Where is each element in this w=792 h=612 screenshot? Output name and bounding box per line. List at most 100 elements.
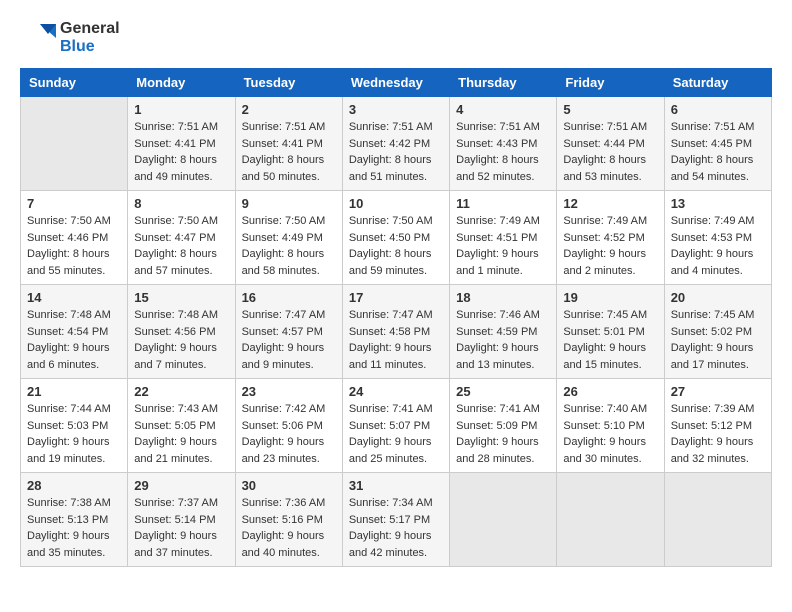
- calendar-day-cell: 13Sunrise: 7:49 AMSunset: 4:53 PMDayligh…: [664, 191, 771, 285]
- sunrise-text: Sunrise: 7:45 AM: [563, 309, 647, 321]
- sunset-text: Sunset: 4:54 PM: [27, 326, 108, 338]
- daylight-text: Daylight: 9 hours and 37 minutes.: [134, 530, 217, 559]
- day-number: 20: [671, 290, 765, 305]
- daylight-text: Daylight: 9 hours and 32 minutes.: [671, 436, 754, 465]
- daylight-text: Daylight: 9 hours and 17 minutes.: [671, 342, 754, 371]
- logo-bird-icon: [20, 20, 56, 56]
- sunset-text: Sunset: 5:09 PM: [456, 420, 537, 432]
- day-info: Sunrise: 7:48 AMSunset: 4:56 PMDaylight:…: [134, 307, 228, 373]
- sunset-text: Sunset: 4:43 PM: [456, 138, 537, 150]
- sunset-text: Sunset: 5:03 PM: [27, 420, 108, 432]
- calendar-day-cell: 1Sunrise: 7:51 AMSunset: 4:41 PMDaylight…: [128, 97, 235, 191]
- calendar-day-cell: 15 Sunrise: 7:48 AMSunset: 4:56 PMDayligh…: [128, 285, 235, 379]
- daylight-text: Daylight: 9 hours and 4 minutes.: [671, 248, 754, 277]
- day-info: Sunrise: 7:50 AMSunset: 4:47 PMDaylight:…: [134, 213, 228, 279]
- daylight-text: Daylight: 9 hours and 9 minutes.: [242, 342, 325, 371]
- daylight-text: Daylight: 8 hours and 59 minutes.: [349, 248, 432, 277]
- day-info: Sunrise: 7:51 AM Sunset: 4:43 PM Daylight:…: [456, 119, 550, 185]
- calendar-day-cell: 20Sunrise: 7:45 AMSunset: 5:02 PMDayligh…: [664, 285, 771, 379]
- calendar-day-cell: 8Sunrise: 7:50 AMSunset: 4:47 PMDaylight…: [128, 191, 235, 285]
- calendar-day-cell: 31 Sunrise: 7:34 AMSunset: 5:17 PMDayligh…: [342, 473, 449, 567]
- logo-general: General: [60, 20, 120, 38]
- sunset-text: Sunset: 4:52 PM: [563, 232, 644, 244]
- sunset-text: Sunset: 5:05 PM: [134, 420, 215, 432]
- sunrise-text: Sunrise: 7:50 AM: [134, 215, 218, 227]
- daylight-text: Daylight: 9 hours and 15 minutes.: [563, 342, 646, 371]
- calendar-day-cell: 2Sunrise: 7:51 AMSunset: 4:41 PMDaylight…: [235, 97, 342, 191]
- day-info: Sunrise: 7:44 AMSunset: 5:03 PMDaylight:…: [27, 401, 121, 467]
- sunrise-text: Sunrise: 7:51 AM: [456, 121, 540, 133]
- sunset-text: Sunset: 4:41 PM: [134, 138, 215, 150]
- sunset-text: Sunset: 5:01 PM: [563, 326, 644, 338]
- calendar-day-cell: 18Sunrise: 7:46 AMSunset: 4:59 PMDayligh…: [450, 285, 557, 379]
- sunset-text: Sunset: 4:51 PM: [456, 232, 537, 244]
- sunrise-text: Sunrise: 7:37 AM: [134, 497, 218, 509]
- day-number: 31: [349, 478, 443, 493]
- calendar-table: SundayMondayTuesdayWednesdayThursdayFrid…: [20, 68, 772, 567]
- daylight-text: Daylight: 9 hours and 11 minutes.: [349, 342, 432, 371]
- day-number: 19: [563, 290, 657, 305]
- day-info: Sunrise: 7:41 AMSunset: 5:09 PMDaylight:…: [456, 401, 550, 467]
- daylight-text: Daylight: 9 hours and 1 minute.: [456, 248, 539, 277]
- daylight-text: Daylight: 8 hours and 54 minutes.: [671, 154, 754, 183]
- calendar-day-cell: 3Sunrise: 7:51 AMSunset: 4:42 PMDaylight…: [342, 97, 449, 191]
- day-number: 10: [349, 196, 443, 211]
- sunset-text: Sunset: 4:50 PM: [349, 232, 430, 244]
- calendar-day-cell: 5Sunrise: 7:51 AMSunset: 4:44 PMDaylight…: [557, 97, 664, 191]
- calendar-week-row: 14Sunrise: 7:48 AMSunset: 4:54 PMDayligh…: [21, 285, 772, 379]
- day-number: 29: [134, 478, 228, 493]
- day-info: Sunrise: 7:47 AMSunset: 4:57 PMDaylight:…: [242, 307, 336, 373]
- day-number: 15: [134, 290, 228, 305]
- sunset-text: Sunset: 5:17 PM: [349, 514, 430, 526]
- daylight-text: Daylight: 8 hours and 55 minutes.: [27, 248, 110, 277]
- sunrise-text: Sunrise: 7:50 AM: [27, 215, 111, 227]
- day-info: Sunrise: 7:46 AMSunset: 4:59 PMDaylight:…: [456, 307, 550, 373]
- calendar-day-cell: 4Sunrise: 7:51 AMSunset: 4:43 PMDaylight…: [450, 97, 557, 191]
- day-info: Sunrise: 7:37 AMSunset: 5:14 PMDaylight:…: [134, 495, 228, 561]
- sunrise-text: Sunrise: 7:38 AM: [27, 497, 111, 509]
- sunset-text: Sunset: 4:41 PM: [242, 138, 323, 150]
- day-info: Sunrise: 7:40 AMSunset: 5:10 PMDaylight:…: [563, 401, 657, 467]
- day-number: 9: [242, 196, 336, 211]
- sunset-text: Sunset: 5:06 PM: [242, 420, 323, 432]
- sunset-text: Sunset: 5:13 PM: [27, 514, 108, 526]
- daylight-text: Daylight: 9 hours and 40 minutes.: [242, 530, 325, 559]
- daylight-text: Daylight: 8 hours and 50 minutes.: [242, 154, 325, 183]
- calendar-day-cell: [450, 473, 557, 567]
- weekday-header-cell: Friday: [557, 69, 664, 97]
- day-number: 26: [563, 384, 657, 399]
- daylight-text: Daylight: 9 hours and 6 minutes.: [27, 342, 110, 371]
- calendar-day-cell: 10Sunrise: 7:50 AMSunset: 4:50 PMDayligh…: [342, 191, 449, 285]
- day-info: Sunrise: 7:47 AMSunset: 4:58 PMDaylight:…: [349, 307, 443, 373]
- daylight-text: Daylight: 8 hours and 52 minutes.: [456, 154, 539, 183]
- calendar-day-cell: 29 Sunrise: 7:37 AMSunset: 5:14 PMDayligh…: [128, 473, 235, 567]
- daylight-text: Daylight: 8 hours and 51 minutes.: [349, 154, 432, 183]
- weekday-header-cell: Thursday: [450, 69, 557, 97]
- day-number: 12: [563, 196, 657, 211]
- day-info: Sunrise: 7:43 AMSunset: 5:05 PMDaylight:…: [134, 401, 228, 467]
- daylight-text: Daylight: 9 hours and 13 minutes.: [456, 342, 539, 371]
- sunrise-text: Sunrise: 7:51 AM: [563, 121, 647, 133]
- day-info: Sunrise: 7:49 AMSunset: 4:51 PMDaylight:…: [456, 213, 550, 279]
- sunrise-text: Sunrise: 7:47 AM: [242, 309, 326, 321]
- calendar-day-cell: 23Sunrise: 7:42 AMSunset: 5:06 PMDayligh…: [235, 379, 342, 473]
- day-number: 11: [456, 196, 550, 211]
- calendar-day-cell: [21, 97, 128, 191]
- daylight-text: Daylight: 8 hours and 53 minutes.: [563, 154, 646, 183]
- sunset-text: Sunset: 5:16 PM: [242, 514, 323, 526]
- day-info: Sunrise: 7:36 AMSunset: 5:16 PMDaylight:…: [242, 495, 336, 561]
- sunset-text: Sunset: 4:53 PM: [671, 232, 752, 244]
- sunset-text: Sunset: 4:58 PM: [349, 326, 430, 338]
- logo-blue: Blue: [60, 38, 120, 56]
- day-number: 17: [349, 290, 443, 305]
- daylight-text: Daylight: 9 hours and 7 minutes.: [134, 342, 217, 371]
- daylight-text: Daylight: 9 hours and 28 minutes.: [456, 436, 539, 465]
- calendar-day-cell: 27Sunrise: 7:39 AMSunset: 5:12 PMDayligh…: [664, 379, 771, 473]
- sunrise-text: Sunrise: 7:39 AM: [671, 403, 755, 415]
- calendar-day-cell: 7Sunrise: 7:50 AMSunset: 4:46 PMDaylight…: [21, 191, 128, 285]
- page-header: General Blue: [20, 20, 772, 56]
- day-number: 21: [27, 384, 121, 399]
- day-number: 13: [671, 196, 765, 211]
- day-info: Sunrise: 7:34 AMSunset: 5:17 PMDaylight:…: [349, 495, 443, 561]
- daylight-text: Daylight: 9 hours and 25 minutes.: [349, 436, 432, 465]
